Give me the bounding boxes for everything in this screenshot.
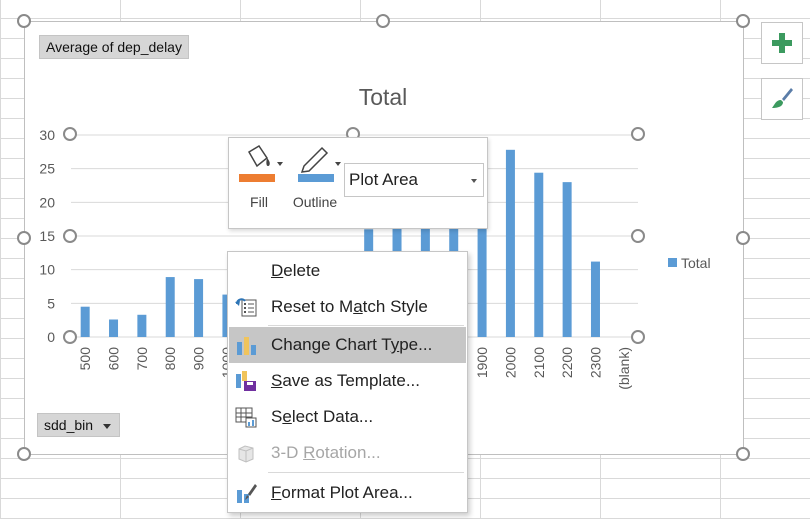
y-tick-label: 30: [39, 127, 55, 143]
plot-resize-handle[interactable]: [631, 330, 645, 344]
y-tick-label: 15: [39, 228, 55, 244]
menu-item-3d-rotation[interactable]: 3-D Rotation...: [229, 435, 466, 471]
x-tick-label: 900: [191, 347, 207, 371]
plot-resize-handle[interactable]: [63, 127, 77, 141]
menu-item-delete[interactable]: Delete: [229, 253, 466, 289]
pen-outline-icon: [298, 146, 334, 182]
x-tick-label: 800: [162, 347, 178, 371]
outline-dropdown-icon: [335, 162, 341, 166]
mini-toolbar: Fill Outline Plot Area: [228, 137, 488, 229]
outline-button[interactable]: Outline: [287, 144, 343, 216]
fill-dropdown-icon: [277, 162, 283, 166]
axis-field-label: sdd_bin: [44, 417, 94, 433]
outline-color-swatch: [298, 174, 334, 182]
x-tick-label: 2100: [531, 347, 547, 378]
plot-resize-handle[interactable]: [63, 330, 77, 344]
y-tick-label: 5: [47, 295, 55, 311]
bar: [505, 149, 515, 337]
paintbrush-icon: [772, 88, 793, 108]
fill-label: Fill: [250, 194, 268, 210]
outline-label: Outline: [292, 194, 338, 210]
menu-separator: [268, 472, 464, 473]
legend-label: Total: [681, 255, 711, 271]
save-template-icon: [236, 371, 256, 391]
reset-style-icon: [235, 298, 257, 317]
chart-elements-button[interactable]: [761, 22, 803, 64]
bar: [80, 306, 90, 337]
plot-resize-handle[interactable]: [63, 229, 77, 243]
menu-item-label: Delete: [271, 261, 321, 280]
menu-item-change-chart-type[interactable]: Change Chart Type...: [229, 327, 466, 363]
cube-icon: [238, 445, 254, 463]
x-tick-label: 2300: [587, 347, 603, 378]
bar: [194, 279, 204, 337]
chart-styles-button[interactable]: [761, 78, 803, 120]
menu-item-format-plot-area[interactable]: Format Plot Area...: [229, 475, 466, 511]
chart-resize-handle[interactable]: [736, 231, 750, 245]
menu-item-select-data[interactable]: Select Data...: [229, 399, 466, 435]
chart-resize-handle[interactable]: [17, 231, 31, 245]
bar: [534, 172, 544, 337]
menu-item-label: Select Data...: [271, 407, 374, 426]
menu-item-save-as-template[interactable]: Save as Template...: [229, 363, 466, 399]
plot-resize-handle[interactable]: [631, 127, 645, 141]
menu-separator: [268, 325, 464, 326]
bar: [109, 319, 119, 337]
x-tick-label: 1900: [474, 347, 490, 378]
format-plot-area-icon: [237, 484, 257, 503]
change-chart-type-icon: [237, 337, 256, 355]
fill-button[interactable]: Fill: [237, 144, 283, 216]
chart-element-value: Plot Area: [349, 170, 418, 189]
y-tick-label: 25: [39, 161, 55, 177]
y-tick-label: 0: [47, 329, 55, 345]
legend-swatch: [668, 258, 677, 267]
chart-element-select[interactable]: Plot Area: [344, 163, 484, 197]
y-tick-label: 10: [39, 262, 55, 278]
chart-resize-handle[interactable]: [736, 447, 750, 461]
legend[interactable]: Total: [668, 255, 711, 271]
axis-field-button[interactable]: sdd_bin: [37, 413, 121, 437]
chart-resize-handle[interactable]: [17, 14, 31, 28]
x-tick-label: 2200: [559, 347, 575, 378]
menu-item-label: Change Chart Type...: [271, 335, 433, 354]
menu-item-label: 3-D Rotation...: [271, 443, 381, 462]
x-tick-label: 2000: [502, 347, 518, 378]
menu-item-label: Save as Template...: [271, 371, 420, 390]
y-tick-label: 20: [39, 194, 55, 210]
context-menu: Delete Reset to Match Style Change Chart…: [227, 251, 468, 513]
fill-color-swatch: [239, 174, 275, 182]
chevron-down-icon: [471, 179, 477, 183]
bar: [562, 182, 572, 337]
chart-resize-handle[interactable]: [736, 14, 750, 28]
select-data-icon: [235, 407, 257, 428]
bar: [590, 261, 600, 337]
x-tick-label: 600: [106, 347, 122, 371]
dropdown-arrow-icon: [103, 423, 112, 429]
x-tick-label: 700: [134, 347, 150, 371]
menu-item-reset-style[interactable]: Reset to Match Style: [229, 289, 466, 325]
chart-resize-handle[interactable]: [17, 447, 31, 461]
paint-bucket-icon: [239, 144, 275, 182]
menu-item-label: Format Plot Area...: [271, 483, 413, 502]
menu-item-label: Reset to Match Style: [271, 297, 428, 316]
bar: [137, 314, 147, 337]
x-tick-label: 500: [77, 347, 93, 371]
chart-resize-handle[interactable]: [376, 14, 390, 28]
plot-resize-handle[interactable]: [631, 229, 645, 243]
x-tick-label: (blank): [616, 347, 632, 390]
plus-icon: [772, 33, 792, 53]
bar: [165, 277, 175, 337]
